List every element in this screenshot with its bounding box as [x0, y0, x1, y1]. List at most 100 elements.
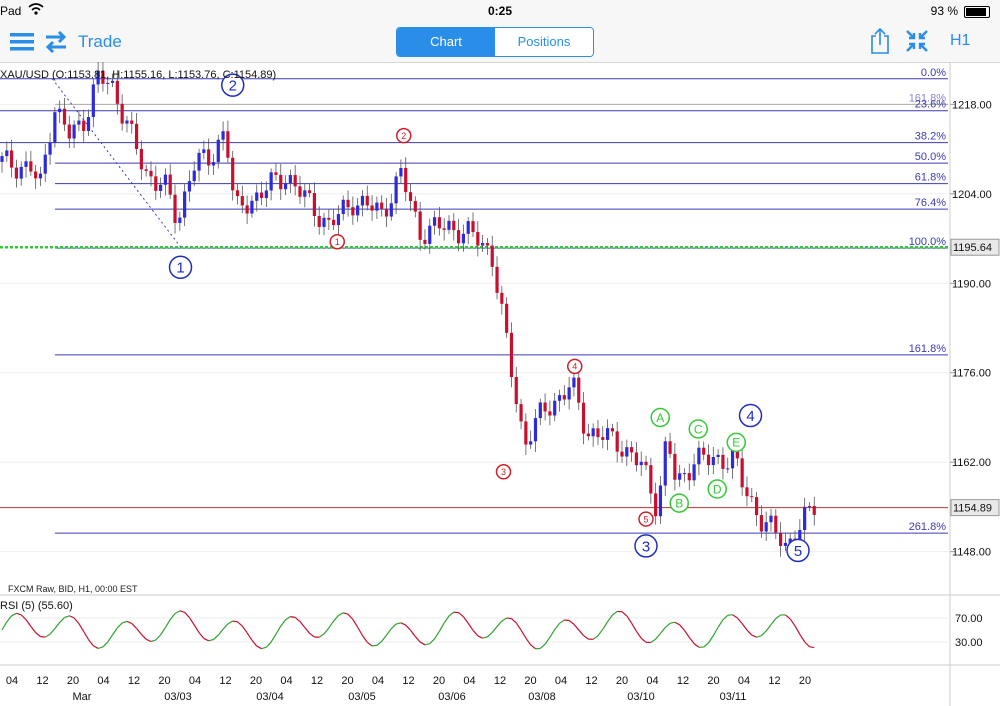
time-tick-label: 04	[738, 675, 750, 687]
rsi-segment	[160, 627, 166, 636]
rsi-segment	[323, 627, 330, 635]
rsi-segment	[131, 623, 138, 629]
rsi-segment	[794, 625, 801, 635]
time-tick-label: 04	[6, 675, 18, 687]
wave-label: 5	[643, 514, 648, 524]
candle-body	[509, 332, 514, 378]
candle-body	[77, 120, 81, 125]
rsi-segment	[602, 621, 609, 630]
wave-label: B	[675, 496, 683, 510]
battery-icon	[964, 6, 990, 18]
timeframe-button[interactable]: H1	[950, 32, 970, 50]
candle-body	[471, 221, 475, 233]
trade-button[interactable]: Trade	[78, 32, 122, 52]
rsi-segment	[578, 629, 585, 636]
instrument-label: XAU/USD (O:1153.81, H:1155.16, L:1153.76…	[0, 69, 276, 81]
candle-body	[183, 191, 187, 218]
wave-label: 3	[501, 467, 506, 477]
candle-body	[428, 225, 432, 244]
rsi-segment	[208, 638, 214, 642]
candle-body	[216, 139, 220, 163]
candle-body	[279, 174, 283, 190]
time-tick-label: 04	[646, 675, 658, 687]
wave-label: 4	[746, 408, 754, 425]
time-tick-label: 20	[433, 675, 445, 687]
rsi-segment	[30, 626, 37, 633]
price-chart[interactable]: 0.0%161.8%23.6%38.2%50.0%61.8%76.4%100.0…	[0, 62, 1000, 706]
candle-body	[5, 150, 9, 157]
candle-body	[192, 170, 196, 182]
wave-label: 1	[176, 260, 184, 277]
candle-body	[543, 402, 547, 412]
rsi-segment	[756, 635, 762, 638]
rsi-segment	[760, 630, 767, 637]
wave-labels: 1234512345ABCDE	[168, 73, 810, 563]
candle-body	[577, 377, 581, 403]
candle-body	[581, 402, 586, 434]
candle-body	[221, 131, 225, 140]
rsi-segment	[520, 629, 527, 639]
rsi-segment	[40, 636, 46, 638]
rsi-segment	[16, 612, 22, 616]
share-icon[interactable]	[870, 27, 890, 60]
candle-body	[187, 181, 192, 192]
rsi-segment	[664, 622, 671, 628]
candle-body	[625, 447, 629, 457]
tab-positions[interactable]: Positions	[495, 28, 593, 56]
candle-body	[82, 120, 86, 132]
time-date-label: 03/04	[256, 691, 284, 703]
rsi-segment	[136, 627, 142, 635]
rsi-segment	[554, 622, 560, 630]
candle-body	[702, 447, 706, 455]
rsi-segment	[515, 622, 522, 631]
rsi-segment	[347, 613, 354, 620]
toolbar: Trade Chart Positions H1	[0, 22, 1000, 63]
candle-body	[673, 453, 677, 480]
rsi-segment	[222, 623, 229, 630]
candle-body	[327, 217, 331, 220]
rsi-segment	[328, 620, 335, 629]
swap-arrows-icon[interactable]	[44, 30, 68, 58]
rsi-segment	[44, 633, 51, 638]
rsi-segment	[174, 610, 181, 615]
rsi-segment	[727, 614, 733, 616]
candle-body	[139, 149, 143, 170]
rsi-segment	[140, 633, 147, 640]
candle-body	[519, 404, 523, 422]
rsi-segment	[150, 639, 156, 643]
rsi-segment	[97, 646, 104, 650]
candle-body	[601, 437, 605, 440]
candle-body	[461, 233, 465, 244]
candle-body	[812, 506, 816, 515]
wave-label: D	[713, 482, 722, 496]
candle-body	[437, 217, 441, 229]
rsi-segment	[11, 612, 17, 617]
time-tick-label: 04	[463, 675, 475, 687]
candle-body	[754, 497, 759, 516]
candle-body	[231, 157, 235, 191]
rsi-segment	[597, 628, 604, 637]
candle-body	[197, 152, 201, 171]
rsi-segment	[693, 643, 700, 648]
candle-body	[615, 431, 619, 452]
time-tick-label: 20	[341, 675, 353, 687]
candle-body	[91, 84, 95, 118]
rsi-segment	[496, 620, 503, 627]
rsi-segment	[386, 628, 392, 636]
candle-body	[630, 447, 634, 453]
time-tick-label: 04	[97, 675, 109, 687]
tab-chart[interactable]: Chart	[397, 28, 495, 56]
rsi-segment	[261, 646, 267, 650]
menu-icon[interactable]	[10, 31, 34, 58]
rsi-segment	[318, 633, 325, 638]
time-tick-label: 20	[158, 675, 170, 687]
collapse-icon[interactable]	[905, 29, 929, 58]
rsi-segment	[746, 629, 753, 636]
rsi-segment	[688, 636, 695, 644]
candle-body	[269, 172, 273, 191]
candle-body	[384, 208, 389, 217]
candle-body	[596, 428, 600, 438]
candle-body	[293, 175, 297, 187]
rsi-segment	[112, 627, 118, 636]
rsi-segment	[241, 625, 248, 634]
